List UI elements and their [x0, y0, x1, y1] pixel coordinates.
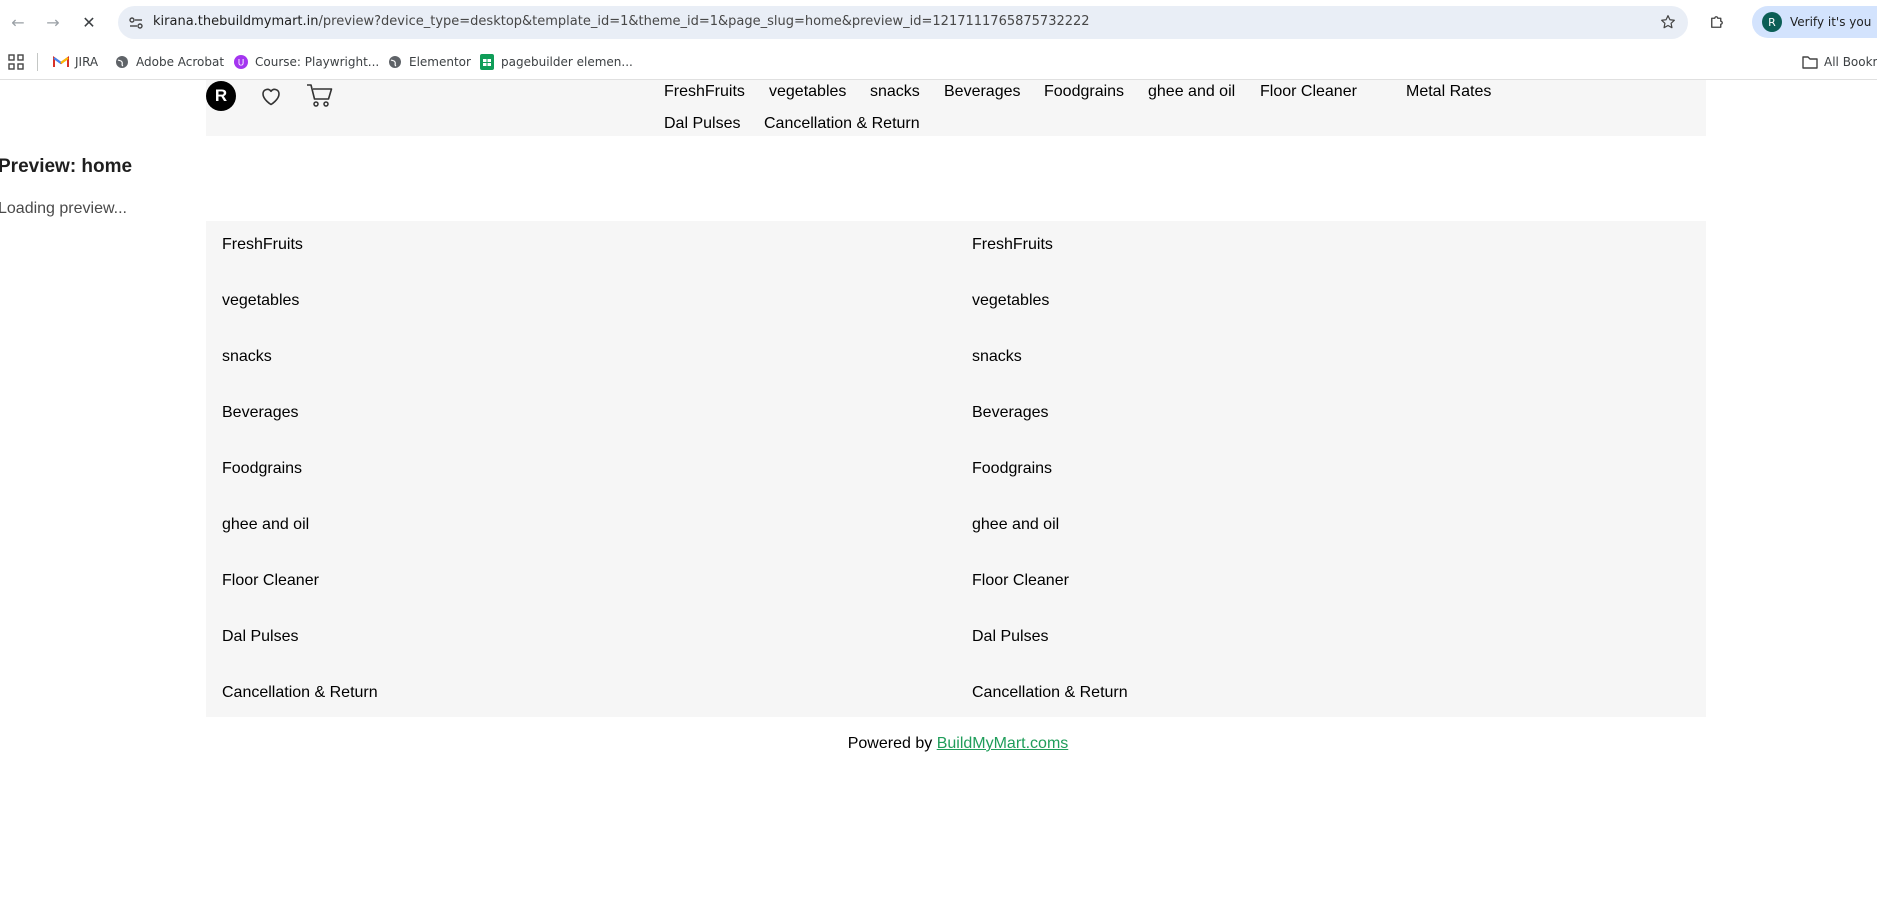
nav-link-dal-pulses[interactable]: Dal Pulses [664, 115, 740, 133]
svg-text:U: U [238, 59, 245, 69]
preview-loading-status: Loading preview... [0, 200, 127, 217]
url-text[interactable]: kirana.thebuildmymart.in/preview?device_… [153, 14, 1090, 29]
site-settings-icon[interactable] [126, 13, 146, 33]
bookmark-label: Adobe Acrobat [136, 55, 225, 69]
category-link-left[interactable]: FreshFruits [222, 236, 303, 254]
globe-icon [114, 54, 130, 70]
verify-label: Verify it's you [1790, 15, 1872, 29]
browser-toolbar: ← → ✕ kirana.thebuildmymart.in/preview?d… [0, 0, 1877, 44]
category-link-left[interactable]: snacks [222, 348, 272, 366]
category-link-left[interactable]: Foodgrains [222, 460, 302, 478]
back-arrow-icon[interactable]: ← [6, 10, 30, 34]
apps-grid-icon[interactable] [8, 51, 24, 73]
cart-icon[interactable] [306, 83, 334, 109]
category-link-left[interactable]: Floor Cleaner [222, 572, 319, 590]
bookmarks-divider [37, 53, 38, 71]
folder-icon [1802, 54, 1818, 70]
bookmark-label: Elementor [409, 55, 471, 69]
url-path: /preview?device_type=desktop&template_id… [318, 14, 1090, 29]
gmail-icon [53, 54, 69, 70]
category-link-left[interactable]: vegetables [222, 292, 299, 310]
powered-by-text: Powered by [847, 735, 933, 752]
all-bookmarks-folder[interactable]: All Bookm [1802, 51, 1877, 73]
category-link-right[interactable]: Cancellation & Return [972, 684, 1128, 702]
url-host: kirana.thebuildmymart.in [153, 14, 319, 29]
bookmark-star-icon[interactable] [1658, 12, 1678, 32]
bookmark-label: Course: Playwright... [255, 55, 380, 69]
category-link-right[interactable]: ghee and oil [972, 516, 1059, 534]
category-link-right[interactable]: FreshFruits [972, 236, 1053, 254]
category-link-left[interactable]: Cancellation & Return [222, 684, 378, 702]
bookmark-jira[interactable]: JIRA [53, 51, 98, 73]
nav-link-metal-rates[interactable]: Metal Rates [1406, 83, 1491, 101]
verify-profile-button[interactable]: R Verify it's you [1752, 6, 1877, 38]
bookmark-label: JIRA [75, 55, 99, 69]
powered-by-footer: Powered by BuildMyMart.coms [0, 735, 1877, 753]
nav-link-foodgrains[interactable]: Foodgrains [1044, 83, 1124, 101]
bookmarks-bar: JIRA Adobe Acrobat U Course: Playwright.… [0, 46, 1877, 80]
bookmark-label: All Bookm [1824, 55, 1877, 69]
bookmark-course-playwright[interactable]: U Course: Playwright... [233, 51, 379, 73]
nav-link-vegetables[interactable]: vegetables [769, 83, 846, 101]
nav-link-floor-cleaner[interactable]: Floor Cleaner [1260, 83, 1357, 101]
user-avatar[interactable]: R [206, 81, 236, 111]
category-link-right[interactable]: Floor Cleaner [972, 572, 1069, 590]
category-link-right[interactable]: Beverages [972, 404, 1049, 422]
category-link-left[interactable]: Beverages [222, 404, 299, 422]
bookmark-label: pagebuilder elemen... [501, 55, 633, 69]
stop-loading-icon[interactable]: ✕ [77, 10, 101, 34]
globe-icon [387, 54, 403, 70]
category-link-left[interactable]: ghee and oil [222, 516, 309, 534]
category-link-right[interactable]: Dal Pulses [972, 628, 1048, 646]
bookmark-adobe-acrobat[interactable]: Adobe Acrobat [114, 51, 224, 73]
nav-link-ghee-and-oil[interactable]: ghee and oil [1148, 83, 1235, 101]
course-icon: U [233, 54, 249, 70]
buildmymart-link[interactable]: BuildMyMart.coms [937, 735, 1069, 752]
preview-title: Preview: home [0, 156, 133, 177]
nav-link-cancellation-return[interactable]: Cancellation & Return [764, 115, 920, 133]
nav-link-beverages[interactable]: Beverages [944, 83, 1021, 101]
site-header: R FreshFruits vegetables snacks Beverage… [206, 80, 1706, 136]
forward-arrow-icon[interactable]: → [41, 10, 65, 34]
nav-link-snacks[interactable]: snacks [870, 83, 920, 101]
nav-link-freshfruits[interactable]: FreshFruits [664, 83, 745, 101]
category-link-right[interactable]: snacks [972, 348, 1022, 366]
wishlist-heart-icon[interactable] [259, 84, 283, 108]
bookmark-elementor[interactable]: Elementor [387, 51, 471, 73]
sheets-icon [479, 54, 495, 70]
bookmark-pagebuilder[interactable]: pagebuilder elemen... [479, 51, 633, 73]
address-bar[interactable]: kirana.thebuildmymart.in/preview?device_… [118, 6, 1688, 39]
category-link-right[interactable]: vegetables [972, 292, 1049, 310]
extensions-puzzle-icon[interactable] [1705, 10, 1729, 34]
category-link-right[interactable]: Foodgrains [972, 460, 1052, 478]
category-grid: FreshFruits vegetables snacks Beverages … [206, 221, 1706, 717]
category-link-left[interactable]: Dal Pulses [222, 628, 298, 646]
profile-avatar: R [1762, 12, 1782, 32]
